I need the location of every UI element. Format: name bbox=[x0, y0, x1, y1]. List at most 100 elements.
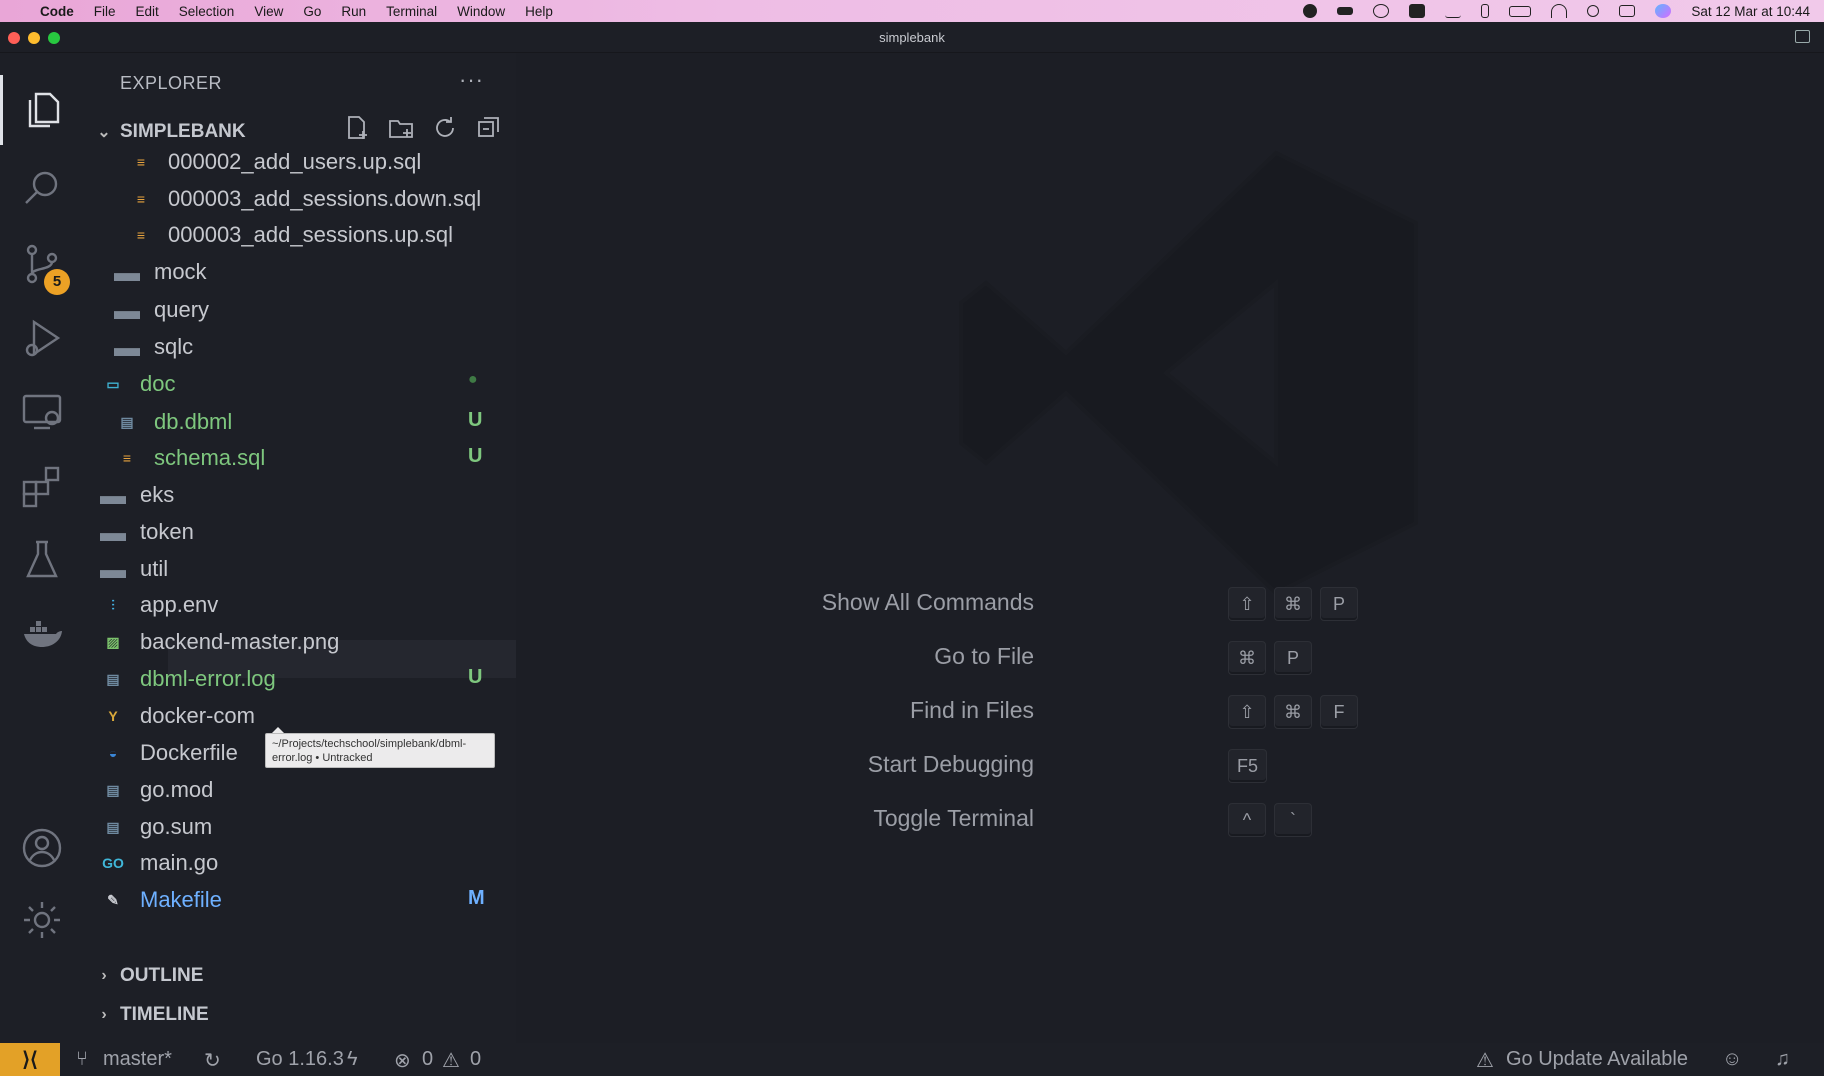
tree-item-query[interactable]: ▬ query bbox=[114, 291, 209, 329]
refresh-icon[interactable] bbox=[432, 115, 458, 141]
docker-tray-icon[interactable] bbox=[1337, 7, 1354, 15]
menu-help[interactable]: Help bbox=[525, 4, 553, 19]
error-icon[interactable]: ⊗ bbox=[394, 1048, 411, 1073]
spotlight-search-icon[interactable] bbox=[1587, 5, 1600, 17]
tree-item-label: query bbox=[154, 297, 210, 322]
tree-item-go-mod[interactable]: ▤ go.mod bbox=[100, 771, 213, 809]
git-branch[interactable]: master* bbox=[103, 1048, 172, 1071]
tree-item-token[interactable]: ▬ token bbox=[100, 513, 194, 551]
new-folder-icon[interactable] bbox=[388, 115, 414, 141]
git-status-decoration: U bbox=[468, 445, 483, 467]
activity-remote-explorer[interactable] bbox=[0, 377, 84, 447]
gear-icon bbox=[24, 902, 60, 938]
tree-item-mock[interactable]: ▬ mock bbox=[114, 253, 207, 291]
outline-section-header[interactable]: › OUTLINE bbox=[84, 959, 516, 993]
tree-item-dockerfile[interactable]: ◒ Dockerfile bbox=[100, 734, 238, 772]
activity-docker[interactable] bbox=[0, 599, 84, 669]
key-cap: F5 bbox=[1228, 749, 1268, 783]
tree-item-main-go[interactable]: GO main.go bbox=[100, 844, 218, 882]
file-icon: ▤ bbox=[106, 818, 120, 835]
activity-accounts[interactable] bbox=[0, 813, 84, 883]
folder-icon: ▬ bbox=[100, 553, 126, 584]
activity-manage[interactable] bbox=[0, 885, 84, 955]
layout-icon[interactable] bbox=[1795, 30, 1810, 43]
tree-item-makefile[interactable]: ✎ Makefile bbox=[100, 881, 222, 919]
menu-terminal[interactable]: Terminal bbox=[386, 4, 437, 19]
menu-file[interactable]: File bbox=[94, 4, 116, 19]
mute-icon[interactable] bbox=[1445, 4, 1462, 18]
record-icon[interactable] bbox=[1303, 4, 1318, 18]
welcome-command[interactable]: Go to File ⌘ P bbox=[516, 639, 1824, 679]
explorer-more-actions[interactable]: ··· bbox=[459, 67, 484, 93]
activity-run-debug[interactable] bbox=[0, 303, 84, 373]
timeline-section-header[interactable]: › TIMELINE bbox=[84, 998, 516, 1032]
tree-item-backend-master-png[interactable]: ▨ backend-master.png bbox=[100, 623, 339, 661]
tree-item-sqlc[interactable]: ▬ sqlc bbox=[114, 328, 193, 366]
folder-icon: ▬ bbox=[114, 294, 140, 325]
menu-edit[interactable]: Edit bbox=[136, 4, 159, 19]
warning-icon[interactable]: ⚠ bbox=[442, 1048, 460, 1073]
activity-search[interactable] bbox=[0, 153, 84, 223]
menu-go[interactable]: Go bbox=[303, 4, 321, 19]
new-file-icon[interactable] bbox=[344, 115, 370, 141]
activity-extensions[interactable] bbox=[0, 451, 84, 521]
go-version[interactable]: Go 1.16.3 bbox=[256, 1048, 344, 1071]
warning-count[interactable]: 0 bbox=[470, 1048, 481, 1071]
docker-icon bbox=[24, 621, 62, 647]
tree-item-doc[interactable]: ▭ doc bbox=[100, 365, 175, 403]
tree-item-docker-com[interactable]: Ydocker-com bbox=[100, 697, 255, 735]
command-label[interactable]: Show All Commands bbox=[822, 589, 1034, 616]
tree-item-go-sum[interactable]: ▤ go.sum bbox=[100, 808, 212, 846]
play-icon[interactable] bbox=[1373, 4, 1390, 18]
tree-item-db-dbml[interactable]: ▤ db.dbml bbox=[114, 403, 232, 441]
welcome-command[interactable]: Show All Commands ⇧ ⌘ P bbox=[516, 585, 1824, 625]
tree-item-label: 000003_add_sessions.up.sql bbox=[168, 222, 454, 247]
control-center-icon[interactable] bbox=[1619, 5, 1636, 17]
welcome-command[interactable]: Start Debugging F5 bbox=[516, 747, 1824, 787]
tree-item-000003-add-sessions-down-sql[interactable]: ≡ 000003_add_sessions.down.sql bbox=[128, 180, 481, 218]
keyboard-a-icon[interactable] bbox=[1409, 4, 1426, 18]
git-status-decoration: U bbox=[468, 666, 483, 688]
activity-source-control[interactable]: 5 bbox=[0, 229, 84, 299]
sync-icon[interactable]: ↻ bbox=[204, 1048, 221, 1073]
remote-indicator-icon[interactable]: ⟩⟨ bbox=[0, 1043, 60, 1076]
command-label[interactable]: Toggle Terminal bbox=[873, 805, 1034, 832]
collapse-all-icon[interactable] bbox=[476, 115, 502, 141]
battery-icon[interactable] bbox=[1509, 5, 1532, 17]
key-cap: P bbox=[1274, 641, 1312, 675]
notifications-bell-icon[interactable]: ♫ bbox=[1775, 1048, 1790, 1071]
bluetooth-icon[interactable] bbox=[1481, 4, 1490, 18]
menu-run[interactable]: Run bbox=[341, 4, 366, 19]
tree-item-label: doc bbox=[140, 371, 176, 396]
welcome-command[interactable]: Toggle Terminal ^ ` bbox=[516, 801, 1824, 841]
menu-view[interactable]: View bbox=[254, 4, 283, 19]
wrench-icon: ✎ bbox=[107, 891, 119, 908]
flask-icon bbox=[26, 540, 58, 578]
tree-item-000002-add-users-up-sql[interactable]: ≡ 000002_add_users.up.sql bbox=[128, 143, 421, 181]
tree-item-label: 000003_add_sessions.down.sql bbox=[168, 186, 482, 211]
feedback-icon[interactable]: ☺ bbox=[1722, 1048, 1742, 1071]
wifi-icon[interactable] bbox=[1551, 4, 1568, 18]
menubar-datetime[interactable]: Sat 12 Mar at 10:44 bbox=[1691, 4, 1810, 19]
tree-item-label: go.mod bbox=[140, 777, 214, 802]
go-update-available[interactable]: Go Update Available bbox=[1506, 1048, 1688, 1071]
menu-window[interactable]: Window bbox=[457, 4, 505, 19]
siri-icon[interactable] bbox=[1655, 4, 1672, 18]
tree-item-util[interactable]: ▬ util bbox=[100, 550, 168, 588]
menu-selection[interactable]: Selection bbox=[179, 4, 235, 19]
tree-item-schema-sql[interactable]: ≡ schema.sql bbox=[114, 439, 265, 477]
database-icon: ≡ bbox=[136, 227, 146, 243]
command-label[interactable]: Go to File bbox=[934, 643, 1034, 670]
error-count[interactable]: 0 bbox=[422, 1048, 433, 1071]
tree-item-000003-add-sessions-up-sql[interactable]: ≡ 000003_add_sessions.up.sql bbox=[128, 216, 453, 254]
activity-testing[interactable] bbox=[0, 525, 84, 595]
tree-item-dbml-error-log[interactable]: ▤ dbml-error.log bbox=[100, 660, 275, 698]
command-label[interactable]: Start Debugging bbox=[868, 751, 1034, 778]
activity-explorer[interactable] bbox=[0, 75, 84, 145]
command-label[interactable]: Find in Files bbox=[910, 697, 1034, 724]
welcome-command[interactable]: Find in Files ⇧ ⌘ F bbox=[516, 693, 1824, 733]
menu-app[interactable]: Code bbox=[40, 4, 74, 19]
remote-explorer-icon bbox=[22, 394, 62, 430]
tree-item-eks[interactable]: ▬ eks bbox=[100, 476, 174, 514]
tree-item-app-env[interactable]: ⫶ app.env bbox=[100, 586, 218, 624]
